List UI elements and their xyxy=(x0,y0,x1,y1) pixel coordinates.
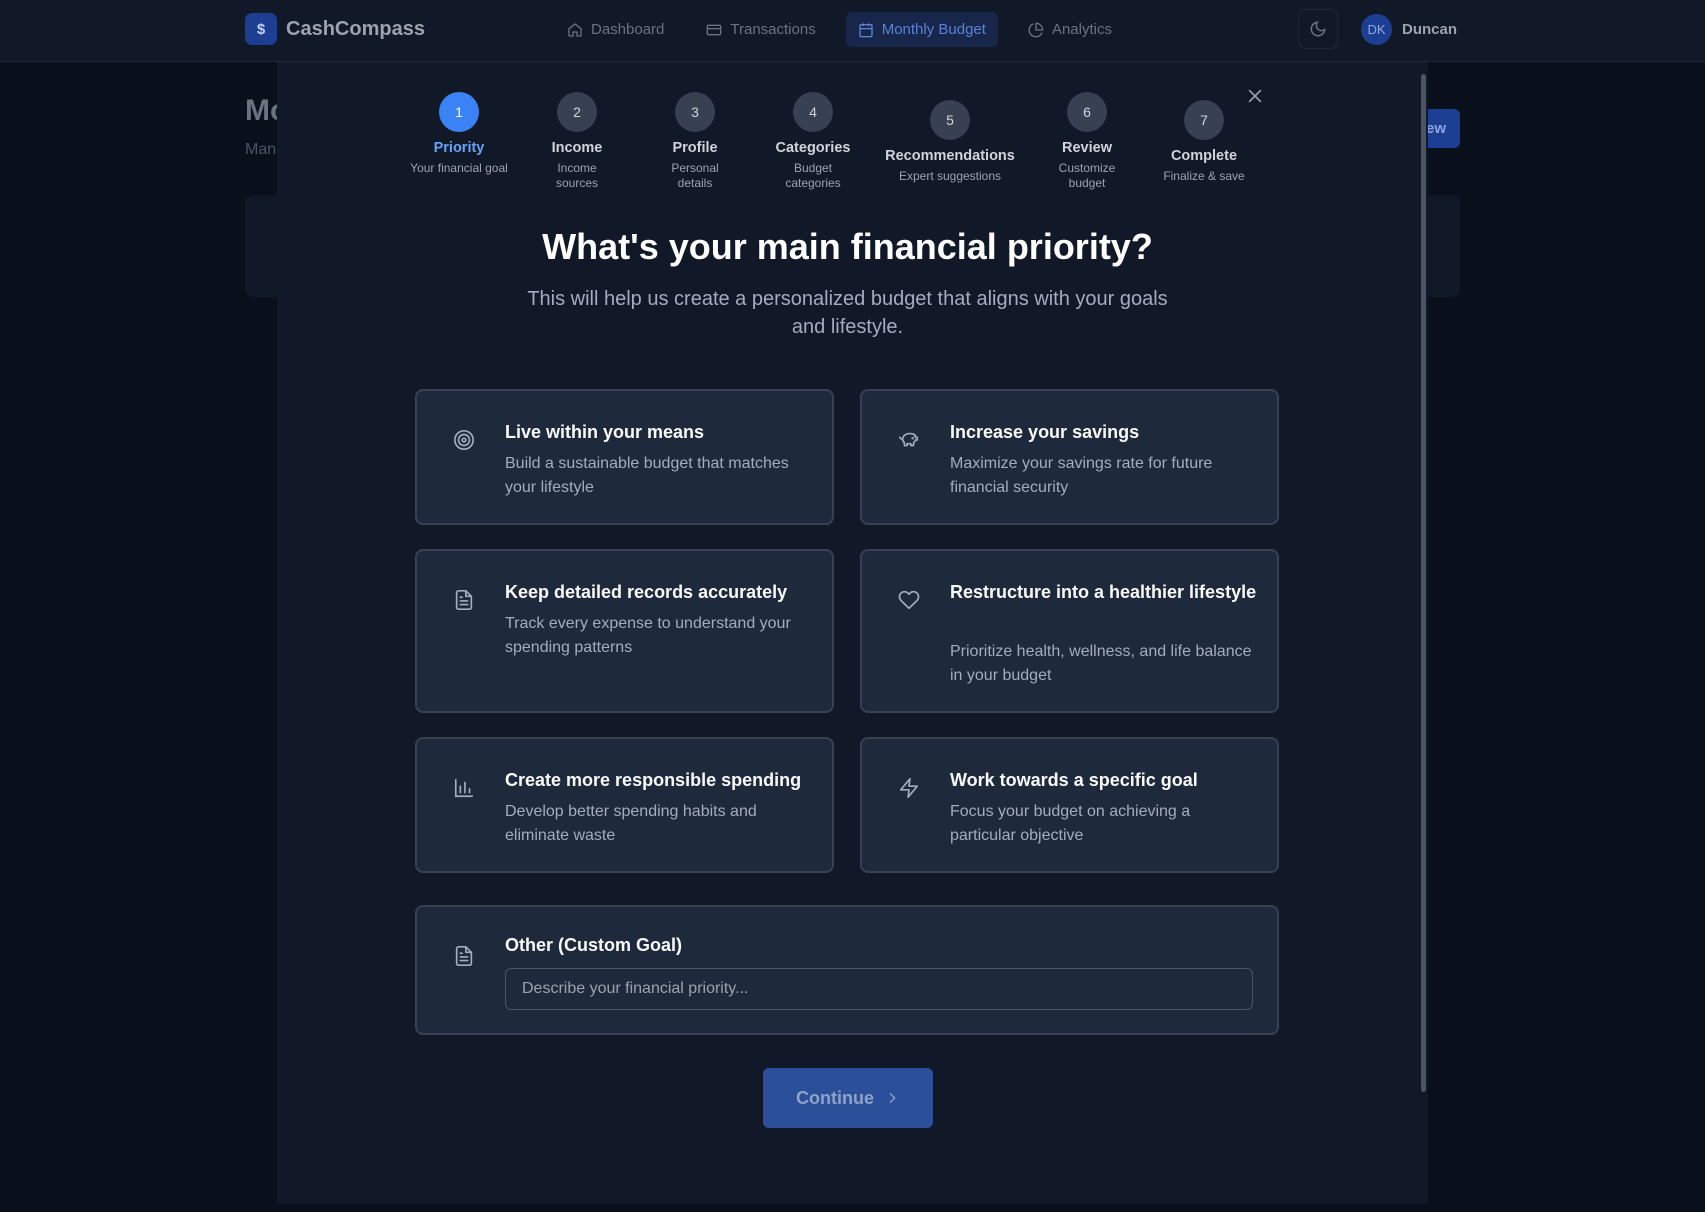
option-description: Prioritize health, wellness, and life ba… xyxy=(950,643,1252,684)
step-number: 2 xyxy=(557,92,597,132)
option-title: Keep detailed records accurately xyxy=(505,582,788,602)
theme-toggle-button[interactable] xyxy=(1298,9,1338,49)
step-description: Finalize & save xyxy=(1163,169,1245,183)
modal-scrollbar[interactable] xyxy=(1418,62,1428,1204)
nav-transactions[interactable]: Transactions xyxy=(694,12,827,47)
main-nav: Dashboard Transactions Monthly Budget An… xyxy=(555,12,1124,47)
step-categories[interactable]: 4 Categories Budget categories xyxy=(773,92,853,191)
step-number: 7 xyxy=(1184,100,1224,140)
step-number: 6 xyxy=(1067,92,1107,132)
continue-button[interactable]: Continue xyxy=(763,1068,933,1128)
option-title: Work towards a specific goal xyxy=(950,770,1198,790)
step-income[interactable]: 2 Income Income sources xyxy=(542,92,612,191)
user-menu[interactable]: DK Duncan xyxy=(1361,14,1457,45)
step-number: 4 xyxy=(793,92,833,132)
option-specific-goal[interactable]: Work towards a specific goal Focus your … xyxy=(860,737,1279,873)
credit-card-icon xyxy=(707,24,722,35)
page-title: What's your main financial priority? xyxy=(542,226,1153,267)
nav-analytics[interactable]: Analytics xyxy=(1016,12,1124,47)
option-description: Track every expense to understand your s… xyxy=(505,615,791,656)
bar-chart-icon xyxy=(453,777,475,799)
option-title: Create more responsible spending xyxy=(505,770,802,790)
step-complete[interactable]: 7 Complete Finalize & save xyxy=(1149,100,1259,184)
step-label: Profile xyxy=(672,140,718,156)
option-custom-goal[interactable]: Other (Custom Goal) xyxy=(415,905,1279,1035)
step-number: 5 xyxy=(930,100,970,140)
nav-dashboard-label: Dashboard xyxy=(591,21,665,38)
step-description: Budget categories xyxy=(785,161,841,190)
option-description: Develop better spending habits and elimi… xyxy=(505,803,757,844)
budget-wizard-modal: 1 Priority Your financial goal 2 Income … xyxy=(277,62,1428,1204)
background-page-subtitle: Man xyxy=(245,141,277,158)
document-icon xyxy=(453,945,475,967)
step-profile[interactable]: 3 Profile Personal details xyxy=(660,92,730,191)
option-title: Increase your savings xyxy=(950,422,1140,442)
option-keep-detailed-records[interactable]: Keep detailed records accurately Track e… xyxy=(415,549,834,713)
option-description: Build a sustainable budget that matches … xyxy=(505,455,789,496)
step-recommendations[interactable]: 5 Recommendations Expert suggestions xyxy=(875,100,1025,184)
option-description: Focus your budget on achieving a particu… xyxy=(950,803,1191,844)
option-title: Live within your means xyxy=(505,422,705,442)
nav-analytics-label: Analytics xyxy=(1051,21,1112,38)
target-icon xyxy=(453,429,475,451)
modal-scrollbar-thumb[interactable] xyxy=(1421,74,1426,1092)
step-label: Categories xyxy=(775,140,851,156)
option-description: Maximize your savings rate for future fi… xyxy=(950,455,1213,496)
nav-monthly-budget-label: Monthly Budget xyxy=(881,21,986,38)
step-label: Review xyxy=(1062,140,1112,156)
page-subtitle: This will help us create a personalized … xyxy=(527,288,1168,338)
nav-transactions-label: Transactions xyxy=(730,21,816,38)
moon-icon xyxy=(1310,21,1326,37)
step-review[interactable]: 6 Review Customize budget xyxy=(1052,92,1122,191)
user-name: Duncan xyxy=(1402,21,1458,38)
home-icon xyxy=(568,22,582,37)
option-responsible-spending[interactable]: Create more responsible spending Develop… xyxy=(415,737,834,873)
option-live-within-means[interactable]: Live within your means Build a sustainab… xyxy=(415,389,834,525)
pie-chart-icon xyxy=(1028,22,1044,37)
heart-icon xyxy=(898,589,920,611)
step-description: Personal details xyxy=(671,161,719,190)
option-title: Restructure into a healthier lifestyle xyxy=(950,582,1257,602)
option-healthier-lifestyle[interactable]: Restructure into a healthier lifestyle P… xyxy=(860,549,1279,713)
step-label: Priority xyxy=(433,140,485,156)
step-label: Complete xyxy=(1170,148,1238,164)
nav-dashboard[interactable]: Dashboard xyxy=(555,12,676,47)
step-number: 1 xyxy=(439,92,479,132)
step-priority[interactable]: 1 Priority Your financial goal xyxy=(409,92,509,176)
option-increase-savings[interactable]: Increase your savings Maximize your savi… xyxy=(860,389,1279,525)
step-description: Customize budget xyxy=(1058,161,1116,190)
lightning-icon xyxy=(898,777,920,799)
nav-monthly-budget[interactable]: Monthly Budget xyxy=(845,12,998,47)
brand[interactable]: $ CashCompass xyxy=(245,13,425,45)
brand-logo: $ xyxy=(245,13,277,45)
chevron-right-icon xyxy=(889,1092,896,1104)
avatar: DK xyxy=(1361,14,1392,45)
step-description: Your financial goal xyxy=(410,161,508,175)
custom-goal-input[interactable] xyxy=(505,968,1253,1010)
step-description: Income sources xyxy=(555,161,599,190)
document-icon xyxy=(453,589,475,611)
step-label: Recommendations xyxy=(885,148,1015,164)
custom-goal-title: Other (Custom Goal) xyxy=(505,935,683,955)
top-navigation-bar: $ CashCompass Dashboard Transactions Mon… xyxy=(0,0,1705,62)
step-description: Expert suggestions xyxy=(898,169,1002,183)
continue-label: Continue xyxy=(796,1087,874,1108)
step-label: Income xyxy=(551,140,603,156)
step-number: 3 xyxy=(675,92,715,132)
brand-name: CashCompass xyxy=(286,17,425,40)
calendar-icon xyxy=(859,22,873,37)
piggy-bank-icon xyxy=(898,429,920,451)
